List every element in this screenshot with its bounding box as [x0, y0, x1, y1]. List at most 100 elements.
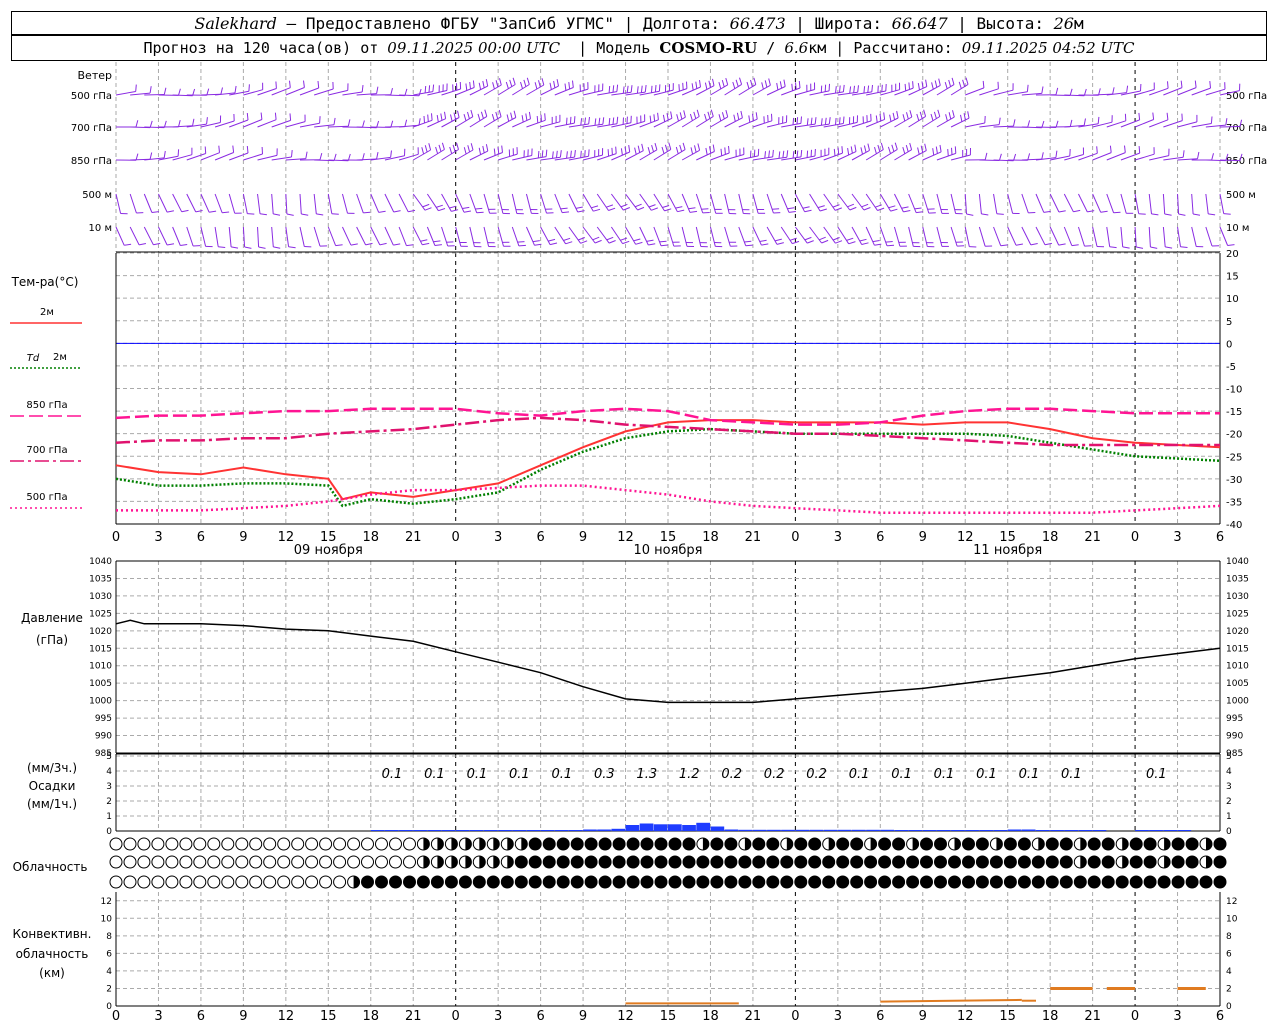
- cloud-clear: [179, 837, 193, 851]
- wind-barb-feather: [919, 111, 923, 119]
- wind-barb-feather: [867, 143, 870, 151]
- wind-barb-feather: [457, 110, 460, 118]
- wind-barb-feather: [668, 142, 672, 150]
- wind-barb-feather: [553, 80, 556, 88]
- cloud-overcast: [808, 875, 822, 889]
- pressure-tick-left: 1000: [89, 697, 112, 707]
- wind-barb: [865, 226, 875, 246]
- cloud-overcast: [1045, 837, 1059, 851]
- wind-barb: [554, 87, 574, 96]
- wind-barb-feather: [1073, 209, 1081, 213]
- wind-barb-feather: [1151, 213, 1159, 216]
- cloud-overcast: [780, 855, 794, 869]
- cloud-partial-fill: [465, 856, 472, 868]
- cloud-overcast: [724, 875, 738, 889]
- hour-tick-label: 21: [745, 530, 762, 545]
- pressure-tick-right: 1000: [1226, 697, 1249, 707]
- wind-barb-feather: [817, 205, 825, 209]
- wind-level-label: 850 гПа: [71, 156, 112, 167]
- wind-barb: [526, 84, 545, 96]
- wind-barb-feather: [273, 213, 281, 216]
- cloud-overcast: [710, 855, 724, 869]
- wind-barb-feather: [704, 113, 707, 121]
- wind-barb-feather: [883, 112, 886, 120]
- wind-barb: [1063, 226, 1073, 246]
- cloud-clear: [165, 837, 179, 851]
- wind-barb: [1021, 226, 1032, 246]
- wind-barb: [257, 193, 261, 214]
- wind-barb-feather: [422, 242, 430, 246]
- pressure-tick-left: 1020: [89, 627, 112, 637]
- wind-barb-feather: [939, 144, 942, 152]
- wind-barb-feather: [234, 85, 237, 93]
- cloud-overcast: [682, 875, 696, 889]
- cloud-clear: [151, 875, 165, 889]
- precip-3h-label: 1.2: [679, 767, 700, 782]
- cloud-clear: [109, 875, 123, 889]
- wind-barb-feather: [616, 84, 619, 92]
- precip-bar: [1078, 830, 1093, 831]
- wind-barb: [696, 151, 715, 161]
- wind-barb-feather: [917, 83, 920, 91]
- cloud-overcast: [654, 837, 668, 851]
- cloud-partial-fill: [465, 838, 472, 850]
- pressure-tick-right: 1030: [1226, 592, 1249, 602]
- wind-barb-feather: [495, 111, 499, 119]
- wind-barb-feather: [761, 82, 764, 90]
- wind-barb: [186, 226, 194, 247]
- cloud-partial-fill: [1164, 838, 1171, 850]
- precip-tick-right: 2: [1226, 797, 1232, 807]
- wind-barb-feather: [792, 117, 795, 125]
- wind-barb-feather: [537, 150, 540, 159]
- wind-barb: [880, 148, 898, 161]
- wind-barb-feather: [670, 111, 673, 119]
- wind-barb-feather: [894, 142, 898, 150]
- cloud-clear: [151, 855, 165, 869]
- wind-barb-feather: [744, 240, 752, 243]
- wind-barb-feather: [1026, 84, 1029, 92]
- wind-barb-feather: [636, 86, 639, 94]
- wind-barb-feather: [209, 210, 217, 213]
- pressure-tick-right: 1020: [1226, 627, 1249, 637]
- wind-barb-feather: [699, 80, 701, 88]
- cloud-overcast: [710, 875, 724, 889]
- wind-barb-feather: [1193, 213, 1201, 216]
- wind-level-label-right: 10 м: [1226, 223, 1249, 234]
- legend-label: 700 гПа: [26, 445, 67, 456]
- wind-barb-feather: [633, 238, 641, 242]
- wind-barb-feather: [901, 206, 909, 209]
- wind-barb-feather: [778, 151, 781, 159]
- wind-barb: [922, 193, 930, 214]
- wind-barb-feather: [424, 207, 432, 211]
- wind-barb-feather: [984, 152, 988, 160]
- hour-tick-label: 18: [702, 530, 719, 545]
- conv-segment: [880, 998, 1022, 1003]
- wind-barb-feather: [463, 147, 467, 155]
- cloud-clear: [137, 837, 151, 851]
- wind-barb-feather: [646, 239, 654, 242]
- wind-barb: [950, 117, 970, 128]
- wind-barb-feather: [810, 117, 813, 125]
- wind-barb-feather: [611, 147, 613, 155]
- wind-barb-feather: [682, 82, 684, 90]
- cloud-overcast: [794, 875, 808, 889]
- cloud-overcast: [654, 855, 668, 869]
- cloud-clear: [277, 837, 291, 851]
- wind-barb: [412, 226, 423, 246]
- cloud-partial-fill: [828, 838, 835, 850]
- wind-barb: [1077, 226, 1085, 247]
- precip-3h-label: 0.1: [382, 767, 403, 782]
- wind-barb-feather: [1013, 119, 1016, 127]
- precip-bar: [526, 830, 541, 831]
- cloud-clear: [165, 855, 179, 869]
- cloud-overcast: [640, 875, 654, 889]
- pressure-tick-left: 1035: [89, 574, 112, 584]
- wind-barb-feather: [951, 147, 953, 155]
- cloud-overcast: [528, 837, 542, 851]
- precip-3h-label: 0.2: [764, 767, 785, 782]
- wind-barb-feather: [319, 116, 321, 124]
- wind-barb: [399, 94, 420, 97]
- wind-barb-feather: [476, 211, 484, 214]
- wind-barb-feather: [456, 142, 459, 150]
- temp-tick-right: -20: [1226, 430, 1242, 441]
